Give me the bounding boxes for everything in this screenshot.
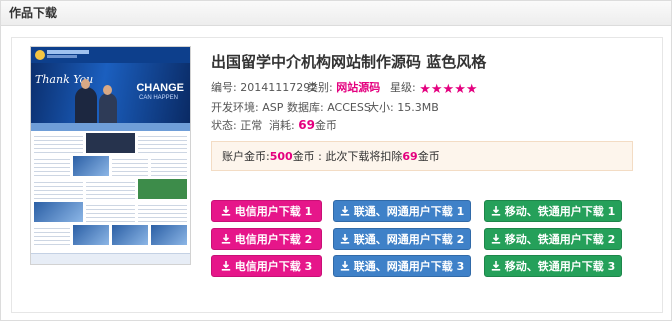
thumbnail-person	[99, 93, 117, 123]
telecom-download-button-2[interactable]: 电信用户下载 2	[211, 228, 322, 250]
env-label: 开发环境:	[211, 101, 259, 114]
status-label: 状态:	[211, 119, 237, 132]
telecom-download-button-1[interactable]: 电信用户下载 1	[211, 200, 322, 222]
meta-status: 状态: 正常	[211, 117, 262, 133]
thumbnail-person	[75, 87, 97, 123]
thumbnail-nav	[31, 123, 190, 131]
rating-stars: ★★★★★	[419, 83, 477, 96]
thumbnail-topbar	[31, 47, 190, 63]
download-icon	[221, 261, 230, 271]
button-label: 移动、铁通用户下载 2	[504, 233, 616, 246]
thumbnail-site-subname	[47, 55, 77, 58]
meta-id: 编号: 20141117292	[211, 79, 317, 95]
meta-cost: 消耗: 69金币	[269, 117, 337, 133]
button-label: 移动、铁通用户下载 1	[504, 205, 616, 218]
thumbnail-logo	[35, 50, 45, 60]
telecom-download-button-3[interactable]: 电信用户下载 3	[211, 255, 322, 277]
product-thumbnail[interactable]: Thank You CHANGE CAN HAPPEN	[30, 46, 191, 265]
thumbnail-footer	[31, 253, 190, 264]
thumbnail-subline: CAN HAPPEN	[138, 95, 178, 101]
meta-size: 大小: 15.3MB	[368, 99, 439, 115]
unicom-download-button-3[interactable]: 联通、网通用户下载 3	[333, 255, 471, 277]
button-label: 电信用户下载 2	[234, 233, 313, 246]
button-label: 移动、铁通用户下载 3	[504, 260, 616, 273]
notice-suffix: 金币	[417, 150, 440, 163]
button-label: 联通、网通用户下载 2	[353, 233, 465, 246]
unicom-download-button-2[interactable]: 联通、网通用户下载 2	[333, 228, 471, 250]
category-link[interactable]: 网站源码	[336, 81, 380, 94]
cost-value: 69	[298, 118, 315, 132]
product-content: Thank You CHANGE CAN HAPPEN 出国留学中介机构网站制作…	[11, 37, 663, 313]
id-label: 编号:	[211, 81, 237, 94]
download-icon	[491, 234, 500, 244]
star-icon: ★	[430, 82, 443, 97]
download-icon	[221, 206, 230, 216]
size-label: 大小:	[368, 101, 394, 114]
notice-balance: 500	[269, 150, 293, 163]
thumbnail-site-name	[47, 50, 89, 54]
env-value: ASP	[262, 101, 284, 114]
mobile-download-button-3[interactable]: 移动、铁通用户下载 3	[484, 255, 622, 277]
star-icon: ★	[454, 82, 466, 97]
panel-title: 作品下载	[1, 1, 671, 26]
balance-notice: 账户金币:500金币 : 此次下载将扣除69金币	[211, 141, 633, 171]
mobile-download-button-1[interactable]: 移动、铁通用户下载 1	[484, 200, 622, 222]
download-icon	[491, 261, 500, 271]
star-icon: ★	[442, 82, 455, 97]
meta-rating: 星级: ★★★★★	[390, 79, 478, 96]
button-label: 电信用户下载 1	[234, 205, 313, 218]
unicom-download-button-1[interactable]: 联通、网通用户下载 1	[333, 200, 471, 222]
thumbnail-face	[81, 79, 90, 89]
button-label: 电信用户下载 3	[234, 260, 313, 273]
notice-deduct: 69	[402, 150, 418, 163]
thumbnail-hero-banner: Thank You CHANGE CAN HAPPEN	[31, 63, 190, 123]
db-label: 数据库:	[287, 101, 324, 114]
download-icon	[491, 206, 500, 216]
button-label: 联通、网通用户下载 3	[353, 260, 465, 273]
thumbnail-face	[103, 85, 112, 95]
download-icon	[340, 206, 349, 216]
download-icon	[340, 234, 349, 244]
product-title: 出国留学中介机构网站制作源码 蓝色风格	[211, 53, 487, 71]
meta-category: 类别: 网站源码	[307, 79, 380, 95]
mobile-download-button-2[interactable]: 移动、铁通用户下载 2	[484, 228, 622, 250]
thumbnail-body	[34, 133, 187, 248]
star-icon: ★	[419, 82, 431, 97]
thumbnail-headline: CHANGE	[136, 82, 184, 94]
meta-database: 数据库: ACCESS	[287, 99, 371, 115]
download-panel: 作品下载 Thank You CHANGE CAN HAPPEN 出国留学中介机…	[0, 0, 672, 321]
star-icon: ★	[465, 82, 478, 97]
cost-label: 消耗:	[269, 119, 295, 132]
button-label: 联通、网通用户下载 1	[353, 205, 465, 218]
download-icon	[221, 234, 230, 244]
meta-env: 开发环境: ASP	[211, 99, 283, 115]
db-value: ACCESS	[327, 101, 371, 114]
rating-label: 星级:	[390, 81, 416, 94]
category-label: 类别:	[307, 81, 333, 94]
notice-prefix: 账户金币:	[222, 150, 270, 163]
cost-unit: 金币	[314, 119, 337, 132]
size-value: 15.3MB	[397, 101, 439, 114]
id-value: 20141117292	[240, 81, 318, 94]
notice-middle: 金币 : 此次下载将扣除	[292, 150, 403, 163]
download-icon	[340, 261, 349, 271]
status-value: 正常	[240, 119, 263, 132]
